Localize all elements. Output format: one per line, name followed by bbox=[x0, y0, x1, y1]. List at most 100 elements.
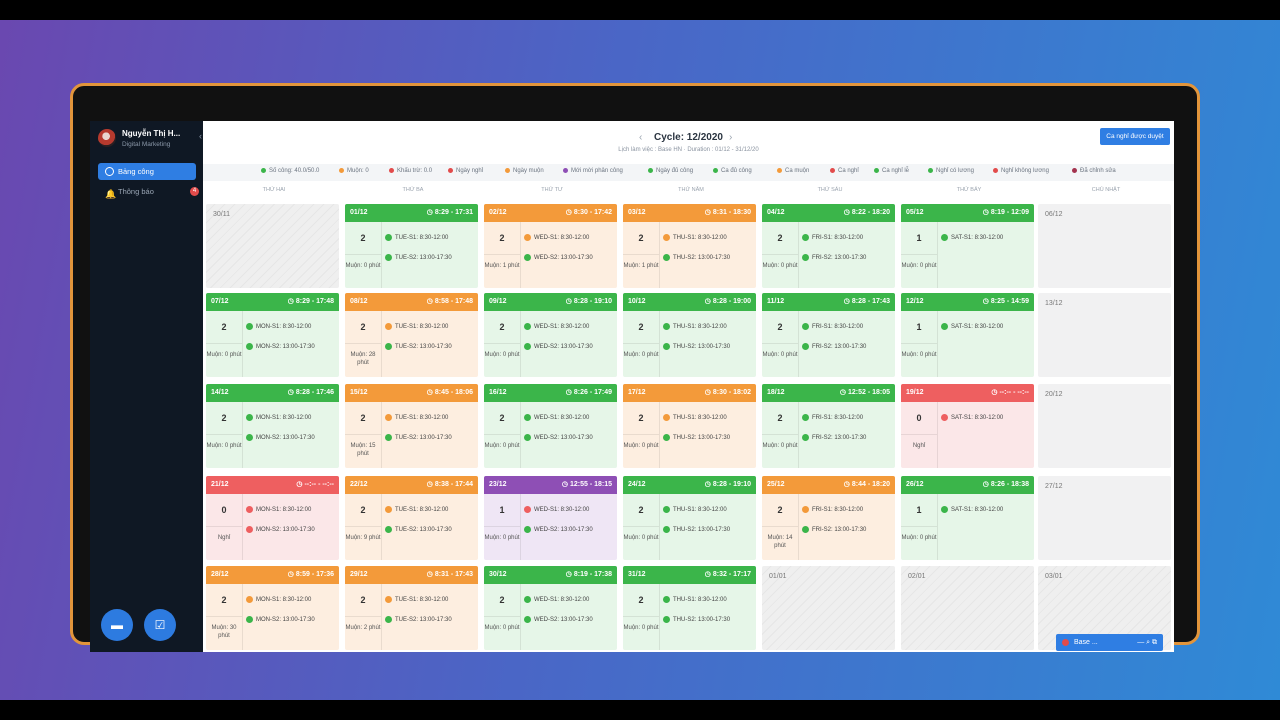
time-range: 8:32 - 17:17 bbox=[712, 571, 751, 578]
calendar-day[interactable]: 19/12 ◷ --:-- - --:-- 0 Nghỉ SAT-S1: 8:30-12… bbox=[901, 384, 1034, 468]
clock-icon: ◷ bbox=[287, 571, 296, 578]
shift-item: THU-S2: 13:00-17:30 bbox=[663, 526, 730, 533]
shift-item: THU-S1: 8:30-12:00 bbox=[663, 596, 727, 603]
check-icon bbox=[524, 596, 531, 603]
calendar-day[interactable]: 02/12 ◷ 8:30 - 17:42 2 Muộn: 1 phút WED-S1: … bbox=[484, 204, 617, 288]
nav-item-timesheet[interactable]: Bảng công bbox=[98, 163, 196, 180]
date-label: 04/12 bbox=[767, 209, 785, 216]
check-icon bbox=[663, 596, 670, 603]
shift-item: WED-S1: 8:30-12:00 bbox=[524, 234, 589, 241]
calendar-day[interactable]: 22/12 ◷ 8:38 - 17:44 2 Muộn: 9 phút TUE-S1: … bbox=[345, 476, 478, 560]
calendar-day[interactable]: 31/12 ◷ 8:32 - 17:17 2 Muộn: 0 phút THU-S1: … bbox=[623, 566, 756, 650]
calendar-day[interactable]: 03/12 ◷ 8:31 - 18:30 2 Muộn: 1 phút THU-S1: … bbox=[623, 204, 756, 288]
legend-item: Đã chỉnh sửa bbox=[1072, 168, 1116, 174]
clock-icon: ◷ bbox=[565, 571, 574, 578]
shift-count: 2 bbox=[623, 494, 660, 527]
shift-label: MON-S1: 8:30-12:00 bbox=[256, 597, 312, 604]
calendar-day[interactable]: 04/12 ◷ 8:22 - 18:20 2 Muộn: 0 phút FRI-S1: … bbox=[762, 204, 895, 288]
calendar-day[interactable]: 24/12 ◷ 8:28 - 19:10 2 Muộn: 0 phút THU-S1: … bbox=[623, 476, 756, 560]
shift-count: 2 bbox=[345, 402, 382, 435]
clock-icon: ◷ bbox=[982, 481, 991, 488]
shift-item: TUE-S1: 8:30-12:00 bbox=[385, 234, 448, 241]
check-icon bbox=[385, 254, 392, 261]
clock-icon bbox=[385, 414, 392, 421]
legend-dot-icon bbox=[830, 168, 835, 173]
shift-count: 2 bbox=[762, 222, 799, 255]
app-icon bbox=[1062, 639, 1069, 646]
checkin-time: ◷ 8:19 - 12:09 bbox=[983, 204, 1029, 222]
calendar-day[interactable]: 21/12 ◷ --:-- - --:-- 0 Nghỉ MON-S1: 8:30-12… bbox=[206, 476, 339, 560]
approved-leave-button[interactable]: Ca nghỉ được duyệt bbox=[1100, 128, 1170, 145]
shift-count: 2 bbox=[345, 494, 382, 527]
late-minutes: Muộn: 15 phút bbox=[345, 435, 382, 468]
calendar-day[interactable]: 01/12 ◷ 8:29 - 17:31 2 Muộn: 0 phút TUE-S1: … bbox=[345, 204, 478, 288]
calendar-day[interactable]: 05/12 ◷ 8:19 - 12:09 1 Muộn: 0 phút SAT-S1: … bbox=[901, 204, 1034, 288]
calendar-day[interactable]: 16/12 ◷ 8:26 - 17:49 2 Muộn: 0 phút WED-S1: … bbox=[484, 384, 617, 468]
mini-widget-label: Base ... bbox=[1074, 639, 1098, 646]
day-header: 10/12 ◷ 8:28 - 19:00 bbox=[623, 293, 756, 311]
calendar-day-empty[interactable]: 13/12 bbox=[1038, 293, 1171, 377]
calendar-day[interactable]: 08/12 ◷ 8:58 - 17:48 2 Muộn: 28 phút TUE-S1:… bbox=[345, 293, 478, 377]
calendar-day[interactable]: 18/12 ◷ 12:52 - 18:05 2 Muộn: 0 phút FRI-S1:… bbox=[762, 384, 895, 468]
header: ‹ Cycle: 12/2020 › Lịch làm việc : Base … bbox=[203, 121, 1174, 163]
late-minutes: Muộn: 0 phút bbox=[762, 435, 799, 468]
date-label: 03/01 bbox=[1045, 573, 1063, 580]
date-label: 25/12 bbox=[767, 481, 785, 488]
calendar-day[interactable]: 12/12 ◷ 8:25 - 14:59 1 Muộn: 0 phút SAT-S1: … bbox=[901, 293, 1034, 377]
check-icon bbox=[802, 323, 809, 330]
calendar-day[interactable]: 28/12 ◷ 8:59 - 17:36 2 Muộn: 30 phút MON-S1:… bbox=[206, 566, 339, 650]
task-button[interactable]: ☑ bbox=[144, 609, 176, 641]
legend-label: Ca muộn bbox=[785, 168, 810, 175]
shift-count: 2 bbox=[762, 402, 799, 435]
shift-count: 2 bbox=[623, 311, 660, 344]
calendar-day[interactable]: 11/12 ◷ 8:28 - 17:43 2 Muộn: 0 phút FRI-S1: … bbox=[762, 293, 895, 377]
mini-widget[interactable]: Base ... — ⌕ ⧉ bbox=[1056, 634, 1163, 651]
calendar-day[interactable]: 26/12 ◷ 8:26 - 18:38 1 Muộn: 0 phút SAT-S1: … bbox=[901, 476, 1034, 560]
calendar-day-empty[interactable]: 20/12 bbox=[1038, 384, 1171, 468]
calendar-day[interactable]: 15/12 ◷ 8:45 - 18:06 2 Muộn: 15 phút TUE-S1:… bbox=[345, 384, 478, 468]
calendar-day[interactable]: 25/12 ◷ 8:44 - 18:20 2 Muộn: 14 phút FRI-S1:… bbox=[762, 476, 895, 560]
check-icon bbox=[663, 616, 670, 623]
check-icon bbox=[524, 323, 531, 330]
calendar-day-empty[interactable]: 30/11 bbox=[206, 204, 339, 288]
calendar-day[interactable]: 29/12 ◷ 8:31 - 17:43 2 Muộn: 2 phút TUE-S1: … bbox=[345, 566, 478, 650]
legend-label: Mới mời phân công bbox=[571, 168, 623, 175]
check-icon bbox=[524, 616, 531, 623]
shift-label: THU-S2: 13:00-17:30 bbox=[673, 435, 731, 442]
date-label: 11/12 bbox=[767, 298, 785, 305]
day-header: 26/12 ◷ 8:26 - 18:38 bbox=[901, 476, 1034, 494]
shift-label: THU-S1: 8:30-12:00 bbox=[673, 507, 727, 514]
calendar-day[interactable]: 17/12 ◷ 8:30 - 18:02 2 Muộn: 0 phút THU-S1: … bbox=[623, 384, 756, 468]
calendar-day[interactable]: 30/12 ◷ 8:19 - 17:38 2 Muộn: 0 phút WED-S1: … bbox=[484, 566, 617, 650]
legend-label: Muộn: 0 bbox=[347, 168, 369, 175]
checkin-time: ◷ 8:28 - 19:00 bbox=[705, 293, 751, 311]
date-label: 21/12 bbox=[211, 481, 229, 488]
calendar-day[interactable]: 10/12 ◷ 8:28 - 19:00 2 Muộn: 0 phút THU-S1: … bbox=[623, 293, 756, 377]
calendar-day[interactable]: 23/12 ◷ 12:55 - 18:15 1 Muộn: 0 phút WED-S1:… bbox=[484, 476, 617, 560]
calendar-day[interactable]: 07/12 ◷ 8:29 - 17:48 2 Muộn: 0 phút MON-S1: … bbox=[206, 293, 339, 377]
day-header: 19/12 ◷ --:-- - --:-- bbox=[901, 384, 1034, 402]
user-profile[interactable]: Nguyễn Thị H... Digital Marketing ‹ bbox=[98, 129, 202, 155]
clock-icon: ◷ bbox=[704, 481, 713, 488]
check-icon bbox=[802, 254, 809, 261]
shift-item: WED-S2: 13:00-17:30 bbox=[524, 343, 593, 350]
calendar-day-empty[interactable]: 06/12 bbox=[1038, 204, 1171, 288]
day-header: 05/12 ◷ 8:19 - 12:09 bbox=[901, 204, 1034, 222]
nav-item-notifications[interactable]: 🔔 Thông báo 4 bbox=[98, 183, 199, 200]
collapse-chevron-icon[interactable]: ‹ bbox=[199, 131, 202, 141]
legend-label: Khấu trừ: 0.0 bbox=[397, 168, 433, 175]
day-header: 15/12 ◷ 8:45 - 18:06 bbox=[345, 384, 478, 402]
calendar-day-empty[interactable]: 27/12 bbox=[1038, 476, 1171, 560]
calendar-day[interactable]: 14/12 ◷ 8:28 - 17:46 2 Muộn: 0 phút MON-S1: … bbox=[206, 384, 339, 468]
checkin-time: ◷ 8:58 - 17:48 bbox=[427, 293, 473, 311]
shift-item: FRI-S1: 8:30-12:00 bbox=[802, 234, 863, 241]
weekday-label: THỨ BẢY bbox=[956, 187, 982, 193]
nav-item-label: Bảng công bbox=[118, 167, 154, 176]
calendar-day[interactable]: 09/12 ◷ 8:28 - 19:10 2 Muộn: 0 phút WED-S1: … bbox=[484, 293, 617, 377]
widget-controls-icon[interactable]: — ⌕ ⧉ bbox=[1137, 634, 1157, 651]
chat-button[interactable]: ▬ bbox=[101, 609, 133, 641]
next-cycle-icon[interactable]: › bbox=[729, 132, 732, 143]
shift-item: SAT-S1: 8:30-12:00 bbox=[941, 234, 1003, 241]
calendar-day-empty[interactable]: 02/01 bbox=[901, 566, 1034, 650]
calendar-day-empty[interactable]: 01/01 bbox=[762, 566, 895, 650]
